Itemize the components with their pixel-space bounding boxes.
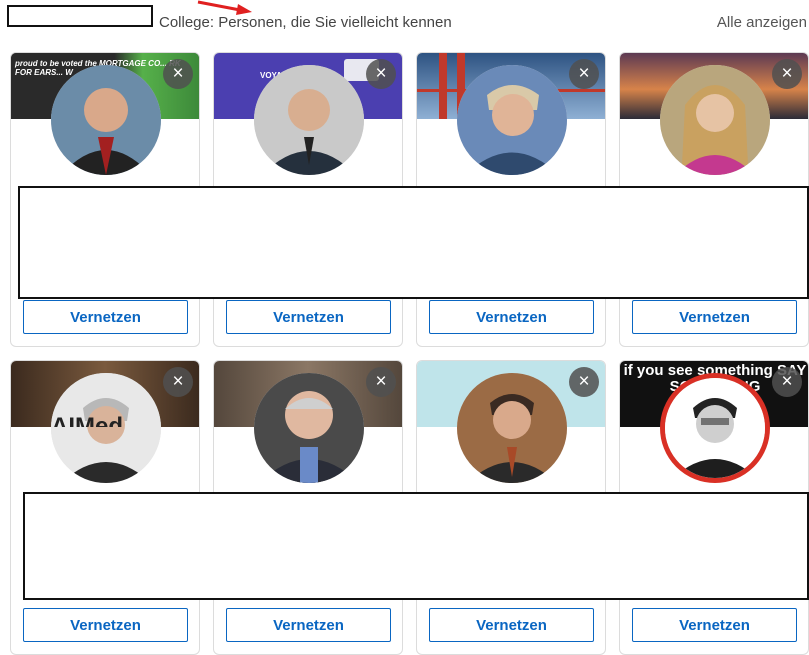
dismiss-icon[interactable]: × xyxy=(163,367,193,397)
redacted-block xyxy=(7,5,153,27)
avatar xyxy=(254,373,364,483)
section-title: College: Personen, die Sie vielleicht ke… xyxy=(159,14,452,31)
avatar xyxy=(457,65,567,175)
connect-button[interactable]: Vernetzen xyxy=(226,608,391,642)
section-header: College: Personen, die Sie vielleicht ke… xyxy=(0,0,809,46)
avatar xyxy=(457,373,567,483)
avatar xyxy=(660,373,770,483)
dismiss-icon[interactable]: × xyxy=(569,59,599,89)
dismiss-icon[interactable]: × xyxy=(772,367,802,397)
redacted-block xyxy=(18,186,809,299)
dismiss-icon[interactable]: × xyxy=(163,59,193,89)
dismiss-icon[interactable]: × xyxy=(569,367,599,397)
avatar xyxy=(51,373,161,483)
connect-button[interactable]: Vernetzen xyxy=(429,608,594,642)
banner-text: AIMed xyxy=(51,413,123,427)
connect-button[interactable]: Vernetzen xyxy=(226,300,391,334)
see-all-link[interactable]: Alle anzeigen xyxy=(717,14,807,31)
dismiss-icon[interactable]: × xyxy=(366,59,396,89)
avatar xyxy=(51,65,161,175)
connect-button[interactable]: Vernetzen xyxy=(632,300,797,334)
connect-button[interactable]: Vernetzen xyxy=(23,300,188,334)
avatar xyxy=(254,65,364,175)
avatar xyxy=(660,65,770,175)
connect-button[interactable]: Vernetzen xyxy=(632,608,797,642)
dismiss-icon[interactable]: × xyxy=(366,367,396,397)
connect-button[interactable]: Vernetzen xyxy=(23,608,188,642)
connect-button[interactable]: Vernetzen xyxy=(429,300,594,334)
dismiss-icon[interactable]: × xyxy=(772,59,802,89)
redacted-block xyxy=(23,492,809,600)
